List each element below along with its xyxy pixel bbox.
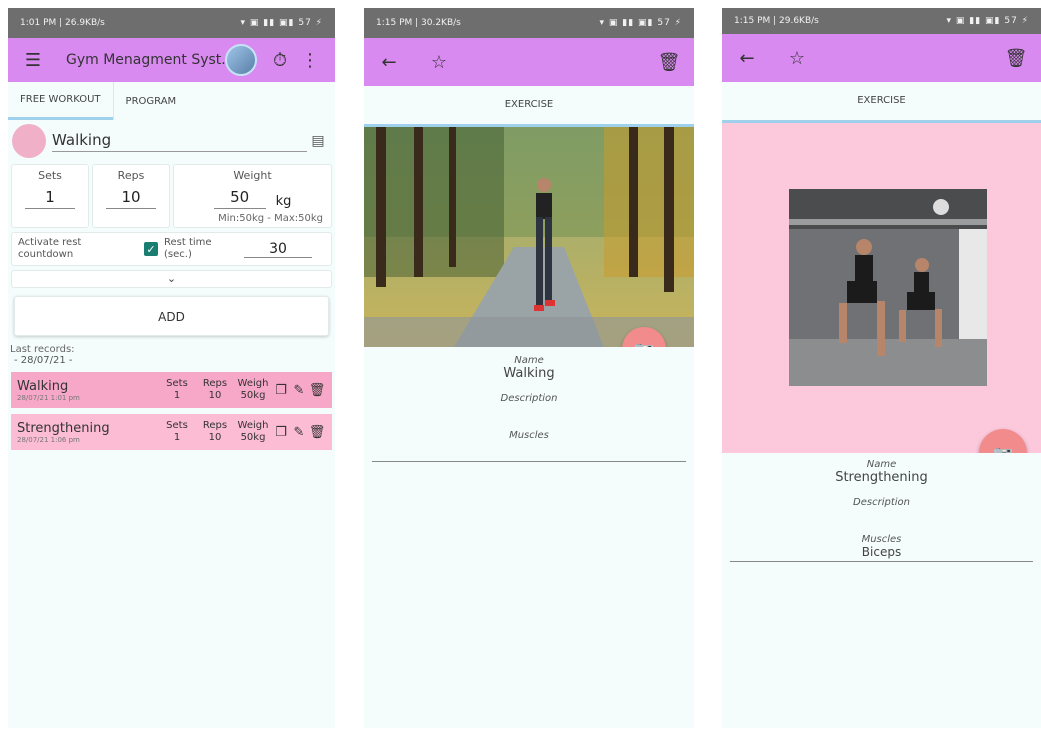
- chevron-down-icon: ⌄: [166, 272, 177, 285]
- weight-input[interactable]: 50: [213, 188, 266, 209]
- rest-time-input[interactable]: 30: [244, 241, 312, 258]
- edit-icon[interactable]: ✎: [290, 425, 308, 440]
- exercise-photo-walking: 📷: [364, 127, 694, 347]
- exercise-name-field[interactable]: Walking: [52, 131, 307, 152]
- status-left: 1:15 PM | 29.6KB/s: [734, 16, 819, 26]
- add-button[interactable]: ADD: [14, 296, 329, 336]
- exercise-selector: Walking ▤: [8, 120, 335, 162]
- rest-row: Activate rest countdown ✓ Rest time (sec…: [11, 232, 332, 266]
- status-left: 1:01 PM | 26.9KB/s: [20, 18, 105, 28]
- expand-button[interactable]: ⌄: [11, 270, 332, 288]
- exercise-header: EXERCISE: [722, 82, 1041, 120]
- copy-icon[interactable]: ❐: [272, 383, 290, 398]
- reps-card: Reps 10: [92, 164, 170, 228]
- record-time: 28/07/21 1:01 pm: [17, 393, 80, 402]
- strengthening-photo: [789, 189, 987, 386]
- sets-label: Sets: [38, 169, 62, 182]
- camera-fab[interactable]: 📷: [979, 429, 1027, 453]
- more-vert-icon[interactable]: ⋮: [295, 50, 325, 71]
- weight-card: Weight 50 kg Min:50kg - Max:50kg: [173, 164, 332, 228]
- edit-icon[interactable]: ✎: [290, 383, 308, 398]
- record-weight: Weigh 50kg: [237, 378, 269, 401]
- description-label: Description: [500, 393, 558, 404]
- delete-icon[interactable]: 🗑: [654, 52, 684, 73]
- exercise-meta: Name Strengthening Description Muscles B…: [722, 459, 1041, 559]
- delete-icon[interactable]: 🗑: [308, 383, 326, 398]
- avatar[interactable]: [225, 44, 257, 76]
- status-bar: 1:15 PM | 30.2KB/s ▾ ▣ ▮▮ ▣▮ 57 ⚡: [364, 8, 694, 38]
- muscles-label: Muscles: [861, 534, 902, 545]
- record-row[interactable]: Walking 28/07/21 1:01 pm Sets 1 Reps 10 We…: [11, 372, 332, 408]
- screen-free-workout: 1:01 PM | 26.9KB/s ▾ ▣ ▮▮ ▣▮ 57 ⚡ ☰ Gym …: [8, 8, 335, 728]
- name-label: Name: [866, 459, 897, 470]
- muscles-label: Muscles: [509, 430, 549, 441]
- delete-icon[interactable]: 🗑: [308, 425, 326, 440]
- screen-exercise-walking: 1:15 PM | 30.2KB/s ▾ ▣ ▮▮ ▣▮ 57 ⚡ ← ☆ 🗑 …: [364, 8, 694, 728]
- exercise-name[interactable]: Walking: [364, 366, 694, 381]
- record-name-block: Strengthening 28/07/21 1:06 pm: [17, 421, 158, 444]
- workout-inputs: Sets 1 Reps 10 Weight 50 kg Min:50kg - M…: [8, 164, 335, 228]
- rest-time-label: Rest time (sec.): [164, 237, 212, 260]
- app-title: Gym Menagment Syst...: [66, 52, 225, 68]
- divider: [730, 561, 1033, 562]
- app-bar: ☰ Gym Menagment Syst... ⏱ ⋮: [8, 38, 335, 82]
- walking-photo: [364, 127, 694, 347]
- status-right: ▾ ▣ ▮▮ ▣▮ 57 ⚡: [240, 18, 323, 28]
- sets-card: Sets 1: [11, 164, 89, 228]
- record-sets: Sets 1: [166, 420, 188, 443]
- description-label: Description: [853, 497, 910, 508]
- exercise-name[interactable]: Strengthening: [722, 470, 1041, 485]
- star-icon[interactable]: ☆: [782, 48, 812, 69]
- rest-countdown-checkbox[interactable]: ✓: [144, 242, 158, 256]
- rest-countdown-label: Activate rest countdown: [18, 237, 82, 260]
- delete-icon[interactable]: 🗑: [1001, 48, 1031, 69]
- copy-icon[interactable]: ❐: [272, 425, 290, 440]
- record-reps: Reps 10: [202, 378, 228, 401]
- name-label: Name: [514, 355, 544, 366]
- exercise-thumbnail: [12, 124, 46, 158]
- status-bar: 1:15 PM | 29.6KB/s ▾ ▣ ▮▮ ▣▮ 57 ⚡: [722, 8, 1041, 34]
- weight-minmax: Min:50kg - Max:50kg: [218, 213, 323, 224]
- record-name: Walking: [17, 378, 69, 394]
- record-row[interactable]: Strengthening 28/07/21 1:06 pm Sets 1 Rep…: [11, 414, 332, 450]
- exercise-header: EXERCISE: [364, 86, 694, 124]
- muscles-value[interactable]: Biceps: [722, 545, 1041, 559]
- back-arrow-icon[interactable]: ←: [374, 52, 404, 73]
- screen-exercise-strengthening: 1:15 PM | 29.6KB/s ▾ ▣ ▮▮ ▣▮ 57 ⚡ ← ☆ 🗑 …: [722, 8, 1041, 728]
- sets-input[interactable]: 1: [25, 188, 75, 209]
- camera-icon: 📷: [634, 340, 654, 348]
- record-weight: Weigh 50kg: [237, 420, 269, 443]
- timer-icon[interactable]: ⏱: [265, 50, 295, 71]
- status-right: ▾ ▣ ▮▮ ▣▮ 57 ⚡: [946, 16, 1029, 26]
- tab-free-workout[interactable]: FREE WORKOUT: [8, 82, 113, 120]
- record-reps: Reps 10: [202, 420, 228, 443]
- record-name: Strengthening: [17, 420, 110, 436]
- exercise-photo-strengthening: 📷: [722, 123, 1041, 453]
- record-time: 28/07/21 1:06 pm: [17, 435, 80, 444]
- record-name-block: Walking 28/07/21 1:01 pm: [17, 379, 158, 402]
- last-records-label: Last records:: [10, 344, 75, 355]
- tab-program[interactable]: PROGRAM: [112, 82, 189, 120]
- record-sets: Sets 1: [166, 378, 188, 401]
- status-bar: 1:01 PM | 26.9KB/s ▾ ▣ ▮▮ ▣▮ 57 ⚡: [8, 8, 335, 38]
- status-left: 1:15 PM | 30.2KB/s: [376, 18, 461, 28]
- tab-bar: FREE WORKOUT PROGRAM: [8, 82, 335, 120]
- app-bar: ← ☆ 🗑: [364, 38, 694, 86]
- list-icon[interactable]: ▤: [307, 133, 329, 149]
- exercise-meta: Name Walking Description Muscles: [364, 355, 694, 441]
- reps-label: Reps: [117, 169, 145, 182]
- weight-label: Weight: [233, 169, 272, 182]
- star-icon[interactable]: ☆: [424, 52, 454, 73]
- reps-input[interactable]: 10: [106, 188, 156, 209]
- camera-icon: 📷: [993, 443, 1013, 454]
- records-date: - 28/07/21 -: [14, 355, 73, 366]
- status-right: ▾ ▣ ▮▮ ▣▮ 57 ⚡: [599, 18, 682, 28]
- weight-unit-select[interactable]: kg: [276, 194, 292, 209]
- back-arrow-icon[interactable]: ←: [732, 48, 762, 69]
- app-bar: ← ☆ 🗑: [722, 34, 1041, 82]
- menu-icon[interactable]: ☰: [18, 50, 48, 71]
- divider: [372, 461, 686, 462]
